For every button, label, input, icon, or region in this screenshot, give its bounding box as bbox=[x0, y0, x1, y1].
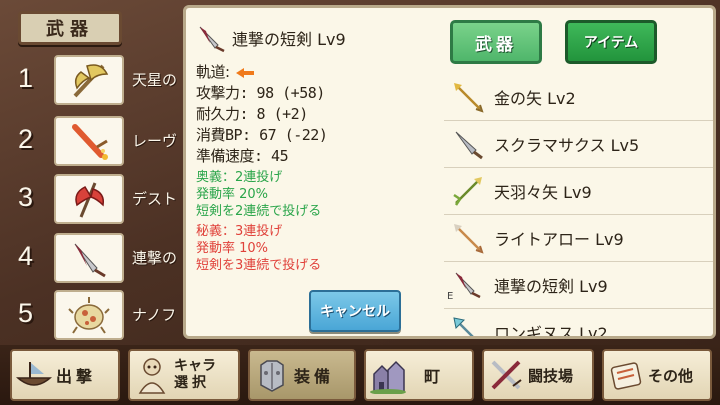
weapon-list-header: 武器 bbox=[18, 11, 122, 45]
inventory-item[interactable]: ロンギヌス Lv2 bbox=[444, 309, 713, 339]
nav-sortie-button[interactable]: 出撃 bbox=[10, 349, 120, 401]
nav-other-button[interactable]: その他 bbox=[602, 349, 712, 401]
short-sword-icon bbox=[199, 26, 225, 53]
bottom-nav: 出撃 キャラ 選択 装備 町 闘技場 その他 bbox=[0, 345, 720, 405]
item-name: ライトアロー Lv9 bbox=[494, 230, 624, 249]
slot-icon-box bbox=[54, 116, 124, 166]
inventory-item[interactable]: ライトアロー Lv9 bbox=[444, 215, 713, 262]
trajectory-row: 軌道: bbox=[196, 62, 446, 83]
armor-icon bbox=[260, 360, 284, 392]
tab-item[interactable]: アイテム bbox=[565, 20, 657, 64]
weapon-slot-3[interactable]: 3 デスト bbox=[0, 174, 190, 226]
slot-name: ナノフ bbox=[132, 306, 177, 324]
ougi-name: 奥義：2連投げ bbox=[196, 170, 283, 185]
trajectory-label: 軌道: bbox=[196, 63, 230, 81]
slot-icon-box bbox=[54, 55, 124, 105]
inventory-item[interactable]: 連撃の短剣 Lv9 bbox=[444, 262, 713, 309]
slot-name: 天星の bbox=[132, 71, 178, 89]
item-name: ロンギヌス Lv2 bbox=[494, 324, 608, 339]
nav-label: 闘技場 bbox=[528, 366, 574, 385]
item-name: 金の矢 Lv2 bbox=[494, 89, 576, 108]
weapon-slot-4[interactable]: 4 連撃の bbox=[0, 233, 190, 285]
stat-durability: 耐久力: 8 (+2) bbox=[196, 105, 308, 123]
ougi-desc: 短剣を2連続で投げる bbox=[196, 204, 322, 219]
slot-number: 5 bbox=[18, 298, 34, 328]
flaming-sword-icon bbox=[72, 124, 108, 160]
short-sword-icon bbox=[74, 243, 106, 278]
light-arrow-icon bbox=[454, 224, 484, 254]
slot-number: 4 bbox=[18, 241, 34, 271]
weapon-slot-1[interactable]: 1 天星の bbox=[0, 55, 190, 107]
boat-icon bbox=[16, 362, 52, 386]
item-name: 天羽々矢 Lv9 bbox=[494, 183, 592, 202]
nav-label-line2: 選択 bbox=[174, 375, 210, 391]
cancel-button[interactable]: キャンセル bbox=[309, 290, 401, 332]
inventory-item[interactable]: スクラマサクス Lv5 bbox=[444, 121, 713, 168]
inventory-item[interactable]: 天羽々矢 Lv9 bbox=[444, 168, 713, 215]
higi-name: 秘義：3連投げ bbox=[196, 224, 283, 239]
slot-icon-box bbox=[54, 233, 124, 283]
spear-icon bbox=[453, 317, 474, 336]
slot-icon-box bbox=[54, 174, 124, 224]
inventory-item[interactable]: 金の矢 Lv2 bbox=[444, 74, 713, 121]
feather-arrow-icon bbox=[453, 177, 482, 206]
spiked-shell-icon bbox=[68, 297, 110, 334]
nav-town-button[interactable]: 町 bbox=[364, 349, 474, 401]
scroll-icon bbox=[610, 362, 642, 390]
stat-prep-speed: 準備速度: 45 bbox=[196, 147, 289, 165]
slot-name: 連撃の bbox=[132, 249, 178, 267]
stat-bp-cost: 消費BP: 67 (-22) bbox=[196, 126, 328, 144]
inventory-list[interactable]: 金の矢 Lv2 スクラマサクス Lv5 天羽々矢 Lv9 ライトアロー Lv9 … bbox=[444, 74, 713, 339]
scramasax-icon bbox=[455, 131, 483, 160]
slot-name: レーヴ bbox=[132, 132, 178, 150]
weapon-detail: 連撃の短剣 Lv9 軌道: 攻撃力: 98 (+58) 耐久力: 8 (+2) … bbox=[196, 20, 446, 274]
slot-name: デスト bbox=[132, 190, 178, 208]
town-icon bbox=[370, 360, 406, 394]
nav-label: 装備 bbox=[294, 367, 335, 386]
stat-attack: 攻撃力: 98 (+58) bbox=[196, 84, 325, 102]
crossed-swords-icon bbox=[491, 360, 522, 390]
weapon-slot-2[interactable]: 2 レーヴ bbox=[0, 116, 190, 168]
slot-icon-box bbox=[54, 290, 124, 340]
character-icon bbox=[138, 358, 166, 394]
weapon-slot-5[interactable]: 5 ナノフ bbox=[0, 290, 190, 342]
gold-arrow-icon bbox=[454, 83, 484, 113]
nav-arena-button[interactable]: 闘技場 bbox=[482, 349, 594, 401]
nav-label-line1: キャラ bbox=[174, 358, 216, 374]
golden-axe-icon bbox=[73, 64, 109, 98]
nav-label: 出撃 bbox=[56, 367, 97, 386]
short-sword-icon bbox=[455, 272, 481, 299]
red-axe-icon bbox=[75, 182, 105, 218]
nav-label: その他 bbox=[648, 366, 694, 385]
item-name: スクラマサクス Lv5 bbox=[494, 136, 640, 155]
slot-number: 2 bbox=[18, 124, 34, 154]
ougi-rate: 発動率 20% bbox=[196, 187, 269, 202]
slot-number: 1 bbox=[18, 63, 34, 93]
equipment-detail-panel: 連撃の短剣 Lv9 軌道: 攻撃力: 98 (+58) 耐久力: 8 (+2) … bbox=[183, 5, 716, 339]
nav-character-select-button[interactable]: キャラ 選択 bbox=[128, 349, 240, 401]
nav-label: 町 bbox=[424, 367, 441, 386]
higi-desc: 短剣を3連続で投げる bbox=[196, 258, 322, 273]
slot-number: 3 bbox=[18, 182, 34, 212]
higi-rate: 発動率 10% bbox=[196, 241, 269, 256]
nav-equipment-button[interactable]: 装備 bbox=[248, 349, 356, 401]
tab-weapon[interactable]: 武器 bbox=[450, 20, 542, 64]
orange-arrow-icon bbox=[235, 67, 254, 78]
weapon-title: 連撃の短剣 Lv9 bbox=[232, 30, 346, 49]
item-name: 連撃の短剣 Lv9 bbox=[494, 277, 608, 296]
